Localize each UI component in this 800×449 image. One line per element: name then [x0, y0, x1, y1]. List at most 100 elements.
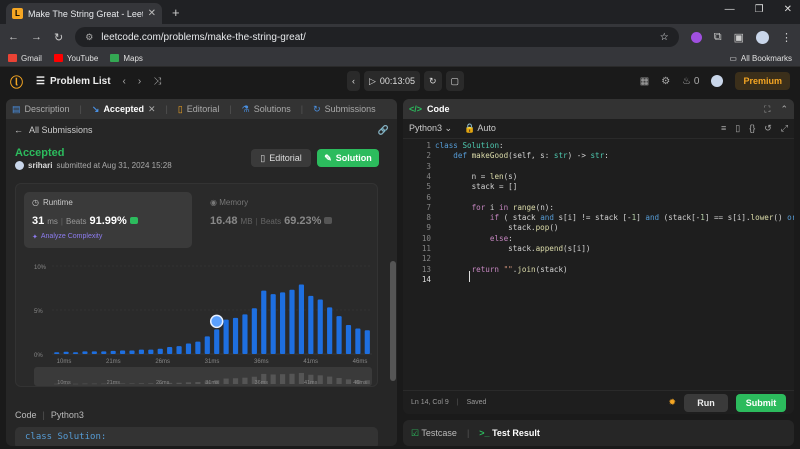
tab-solutions[interactable]: ⚗ Solutions — [242, 104, 291, 115]
code-editor[interactable]: 1 class Solution: 2 def makeGood(self, s: … — [403, 141, 794, 381]
settings-icon[interactable]: ⚙ — [661, 76, 670, 87]
sidepanel-icon[interactable]: ▣ — [734, 31, 744, 44]
all-submissions-link[interactable]: All Submissions — [29, 125, 93, 135]
close-window-icon[interactable]: ✕ — [784, 4, 792, 15]
submit-button[interactable]: Submit — [736, 393, 786, 412]
extension-icon[interactable] — [690, 31, 702, 43]
bookmark-gmail[interactable]: Gmail — [8, 54, 42, 63]
overview-tick-label: 36ms — [255, 380, 269, 386]
all-bookmarks[interactable]: ▭ All Bookmarks — [729, 54, 792, 63]
minimize-icon[interactable]: — — [725, 4, 735, 15]
chart-bar — [148, 349, 154, 354]
fullscreen-icon[interactable]: ⤢ — [781, 123, 788, 134]
maximize-icon[interactable]: ⛶ — [764, 104, 770, 115]
format-icon[interactable]: ≡ — [721, 123, 726, 134]
chart-bar — [327, 307, 333, 354]
tab-test-result[interactable]: >_ Test Result — [479, 428, 540, 438]
browser-tab[interactable]: L Make The String Great - LeetCo ✕ — [6, 3, 162, 24]
chart-bar — [242, 314, 248, 354]
forward-icon[interactable]: → — [31, 31, 42, 43]
chart-bar — [289, 289, 295, 354]
chart-bar — [232, 317, 239, 354]
accepted-icon: ↘ — [91, 103, 100, 114]
restore-icon[interactable]: ❐ — [755, 4, 764, 15]
tab-editorial[interactable]: ▯ Editorial — [178, 104, 219, 115]
cursor-position: Ln 14, Col 9 — [411, 399, 449, 406]
chart-bar — [298, 284, 304, 354]
overview-tick-label: 10ms — [57, 380, 71, 386]
bookmark-star-icon[interactable]: ☆ — [660, 32, 669, 43]
timer[interactable]: ▷ 00:13:05 — [364, 71, 420, 91]
chart-bar — [270, 294, 276, 354]
reload-icon[interactable]: ↻ — [54, 31, 63, 44]
collapse-icon[interactable]: ⌃ — [780, 104, 788, 115]
tab-description[interactable]: ▤ Description — [12, 104, 70, 115]
chart-bar — [54, 352, 60, 354]
lightbulb-icon[interactable]: ✹ — [668, 397, 676, 408]
window-controls: — ❐ ✕ — [725, 4, 792, 15]
puzzle-icon[interactable]: ⧉ — [714, 31, 722, 44]
code-text: else: — [489, 233, 513, 243]
memory-card[interactable]: ◉ Memory 16.48 MB | Beats 69.23% — [202, 192, 370, 248]
line-number: 11 — [421, 244, 431, 253]
share-link-icon[interactable]: 🔗 — [378, 125, 389, 136]
reset-timer-button[interactable]: ↻ — [423, 71, 442, 91]
bookmark-icon[interactable]: ▯ — [735, 123, 740, 134]
editorial-button[interactable]: ▯ Editorial — [251, 149, 311, 167]
user-avatar[interactable] — [711, 75, 724, 87]
tab-accepted[interactable]: ↘ Accepted ✕ — [92, 104, 156, 115]
language-select[interactable]: Python3 ⌄ — [409, 123, 452, 134]
solution-button[interactable]: ✎ Solution — [317, 149, 379, 167]
prev-problem-icon[interactable]: ‹ — [123, 76, 126, 87]
menu-dots-icon[interactable]: ⋮ — [781, 31, 792, 44]
premium-button[interactable]: Premium — [735, 72, 790, 90]
site-info-icon[interactable]: ⚙ — [85, 32, 93, 43]
braces-icon[interactable]: {} — [749, 123, 755, 134]
bookmark-maps[interactable]: Maps — [110, 54, 143, 63]
code-text: for i in range(n): — [471, 202, 554, 212]
extensions: ⧉ ▣ ⋮ — [690, 30, 792, 44]
coins[interactable]: ♨ 0 — [682, 76, 699, 87]
layout-icon[interactable]: ▦ — [640, 76, 649, 87]
memory-icon: ◉ — [210, 198, 217, 207]
back-arrow-icon[interactable]: ← — [14, 125, 23, 135]
omnibox[interactable]: ⚙ leetcode.com/problems/make-the-string-… — [75, 27, 679, 47]
overview-bar — [280, 374, 286, 384]
next-problem-icon[interactable]: › — [138, 76, 141, 87]
line-number: 4 — [426, 171, 431, 181]
runtime-beats: 91.99% — [89, 215, 127, 227]
analyze-complexity-link[interactable]: ✦ Analyze Complexity — [32, 233, 184, 241]
problem-list-button[interactable]: ☰ Problem List — [36, 76, 111, 87]
new-tab-icon[interactable]: + — [172, 5, 180, 20]
profile-avatar[interactable] — [756, 30, 769, 44]
runtime-distribution-chart[interactable]: 10% 5% 0% 10ms 21ms 26ms 31ms 36ms 41ms 46ms 10ms 2… — [16, 256, 379, 386]
collapse-timer-button[interactable]: ‹ — [347, 71, 360, 91]
bookmark-youtube[interactable]: YouTube — [53, 54, 98, 63]
overview-bar — [232, 378, 239, 384]
tab-testcase[interactable]: ☑ Testcase — [411, 428, 457, 439]
overview-bar — [176, 382, 182, 384]
code-preview: class Solution: — [15, 427, 378, 446]
auto-toggle[interactable]: 🔒 Auto — [464, 123, 496, 134]
chart-bar — [308, 295, 314, 354]
close-tab-icon[interactable]: ✕ — [148, 8, 156, 19]
x-tick-label: 36ms — [254, 359, 269, 365]
tab-submissions[interactable]: ↻ Submissions — [313, 104, 376, 115]
chart-bar — [129, 350, 135, 354]
username[interactable]: srihari — [28, 161, 52, 170]
left-scrollbar[interactable] — [389, 181, 397, 443]
chart-bar — [214, 329, 220, 354]
line-number: 9 — [426, 223, 431, 233]
edit-icon: ✎ — [324, 152, 332, 163]
runtime-card[interactable]: ◷ Runtime 31 ms | Beats 91.99% ✦ Analyze … — [24, 192, 192, 248]
reset-code-icon[interactable]: ↺ — [764, 123, 772, 134]
leetcode-logo-icon[interactable]: ⓛ — [10, 72, 26, 91]
notes-button[interactable]: ▢ — [445, 71, 465, 91]
url-text[interactable]: leetcode.com/problems/make-the-string-gr… — [101, 32, 306, 43]
close-tab-accepted-icon[interactable]: ✕ — [148, 104, 156, 115]
shuffle-icon[interactable]: ⤨ — [153, 76, 161, 87]
stats-box: ◷ Runtime 31 ms | Beats 91.99% ✦ Analyze … — [15, 183, 378, 387]
submitted-time: submitted at Aug 31, 2024 15:28 — [56, 161, 172, 170]
back-icon[interactable]: ← — [8, 31, 19, 43]
run-button[interactable]: Run — [684, 393, 728, 412]
